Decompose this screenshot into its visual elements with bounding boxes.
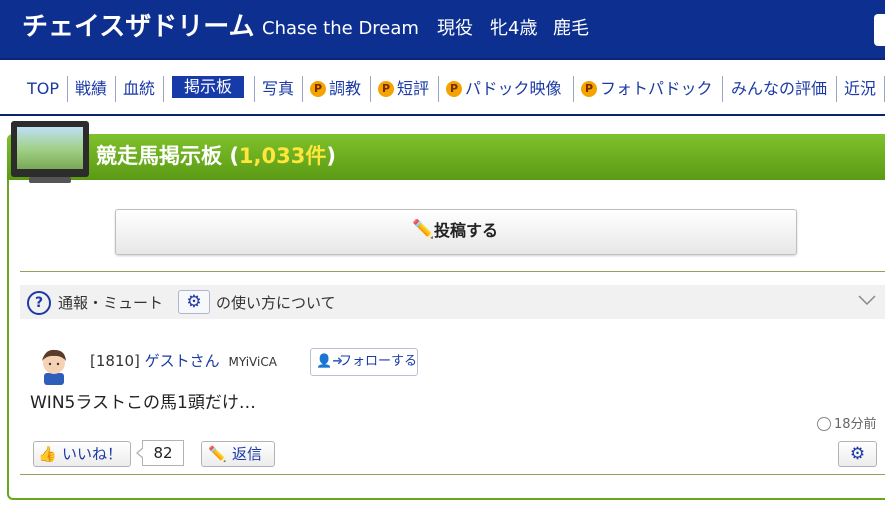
pencil-icon: ✏️ — [208, 445, 227, 463]
premium-badge-icon: P — [581, 80, 597, 97]
thumbs-up-icon: 👍 — [38, 445, 57, 463]
premium-badge-icon: P — [378, 80, 394, 97]
help-suffix: の使い方について — [216, 294, 336, 312]
nav-tab-label: 短評 — [397, 79, 430, 98]
nav-tab-paddock-video[interactable]: P パドック映像 — [446, 77, 561, 101]
post-button[interactable]: ✏️ 投稿する — [115, 209, 797, 255]
nav-tab-label: 調教 — [329, 79, 362, 98]
nav-tab-pedigree[interactable]: 血統 — [123, 77, 155, 101]
horse-name: チェイスザドリーム — [22, 12, 255, 42]
board-title: 競走馬掲示板 (1,033件) — [96, 141, 336, 171]
horse-header: チェイスザドリーム Chase the Dream 現役 牝4歳 鹿毛 — [0, 0, 885, 60]
count-open: ( — [229, 144, 239, 168]
reply-button-label: 返信 — [232, 445, 263, 463]
post-time-text: 18分前 — [834, 417, 877, 432]
like-count: 82 — [136, 440, 184, 466]
question-circle-icon: ? — [27, 291, 51, 315]
post-author-line: [1810] ゲストさん MYiViCA — [90, 351, 277, 372]
post-author-id: MYiViCA — [228, 355, 277, 369]
avatar — [42, 349, 66, 385]
follow-button[interactable]: 👤➜ フォローする — [310, 348, 418, 376]
nav-tab-photo-paddock[interactable]: P フォトパドック — [581, 77, 712, 101]
nav-tab-board[interactable]: 掲示板 — [172, 76, 245, 98]
nav-separator — [573, 76, 574, 102]
report-mute-help-bar[interactable]: ? 通報・ミュート ⚙ の使い方について — [20, 285, 885, 319]
horse-status: 現役 — [437, 18, 473, 39]
post-time: 18分前 — [817, 416, 877, 434]
post-count: 1,033件 — [238, 144, 327, 168]
app: チェイスザドリーム Chase the Dream 現役 牝4歳 鹿毛 TOP … — [0, 0, 885, 510]
post-author[interactable]: ゲストさん — [145, 352, 220, 370]
nav-separator — [67, 76, 68, 102]
horse-english-name: Chase the Dream — [262, 18, 419, 39]
horse-coat-color: 鹿毛 — [553, 18, 589, 39]
nav-tab-training[interactable]: P 調教 — [310, 77, 361, 101]
nav-separator — [438, 76, 439, 102]
divider — [20, 474, 885, 475]
board-title-text: 競走馬掲示板 — [96, 144, 222, 168]
nav-tab-results[interactable]: 戦績 — [75, 77, 107, 101]
clock-icon — [817, 416, 831, 431]
help-prefix: 通報・ミュート — [58, 294, 164, 312]
post-number: [1810] — [90, 352, 140, 370]
nav-tab-photos[interactable]: 写真 — [262, 77, 294, 101]
like-button-label: いいね！ — [62, 445, 123, 463]
nav-tab-label: パドック映像 — [465, 79, 562, 98]
post-settings-button[interactable]: ⚙ — [838, 441, 877, 467]
nav-separator — [370, 76, 371, 102]
post-button-label: 投稿する — [434, 221, 499, 240]
nav-tab-news[interactable]: 近況 — [844, 77, 876, 101]
pencil-icon: ✏️ — [412, 219, 435, 240]
nav-tab-ratings[interactable]: みんなの評価 — [731, 77, 827, 101]
nav-separator — [115, 76, 116, 102]
nav-separator — [163, 76, 164, 102]
nav-separator — [302, 76, 303, 102]
premium-badge-icon: P — [310, 80, 326, 97]
nav-separator — [836, 76, 837, 102]
tv-icon — [11, 121, 91, 187]
post-body: WIN5ラストこの馬1頭だけ… — [30, 393, 256, 413]
nav-tab-short-review[interactable]: P 短評 — [378, 77, 429, 101]
nav-tab-top[interactable]: TOP — [27, 77, 59, 101]
count-close: ) — [326, 144, 336, 168]
horse-sex-age: 牝4歳 — [490, 18, 538, 39]
header-action-button[interactable] — [874, 14, 885, 46]
divider — [20, 271, 885, 272]
like-count-value: 82 — [153, 444, 173, 462]
reply-button[interactable]: ✏️ 返信 — [201, 441, 275, 467]
gear-icon: ⚙ — [849, 444, 866, 464]
like-button[interactable]: 👍 いいね！ — [33, 441, 131, 467]
horse-nav: TOP 戦績 血統 掲示板 写真 P 調教 P 短評 P パドック映像 P フォトパドッ… — [0, 60, 885, 116]
nav-tab-label: フォトパドック — [600, 79, 713, 98]
gear-icon: ⚙ — [178, 290, 210, 314]
nav-separator — [722, 76, 723, 102]
premium-badge-icon: P — [446, 80, 462, 97]
follow-button-label: フォローする — [339, 354, 418, 369]
nav-separator — [254, 76, 255, 102]
chevron-down-icon[interactable] — [858, 291, 876, 309]
